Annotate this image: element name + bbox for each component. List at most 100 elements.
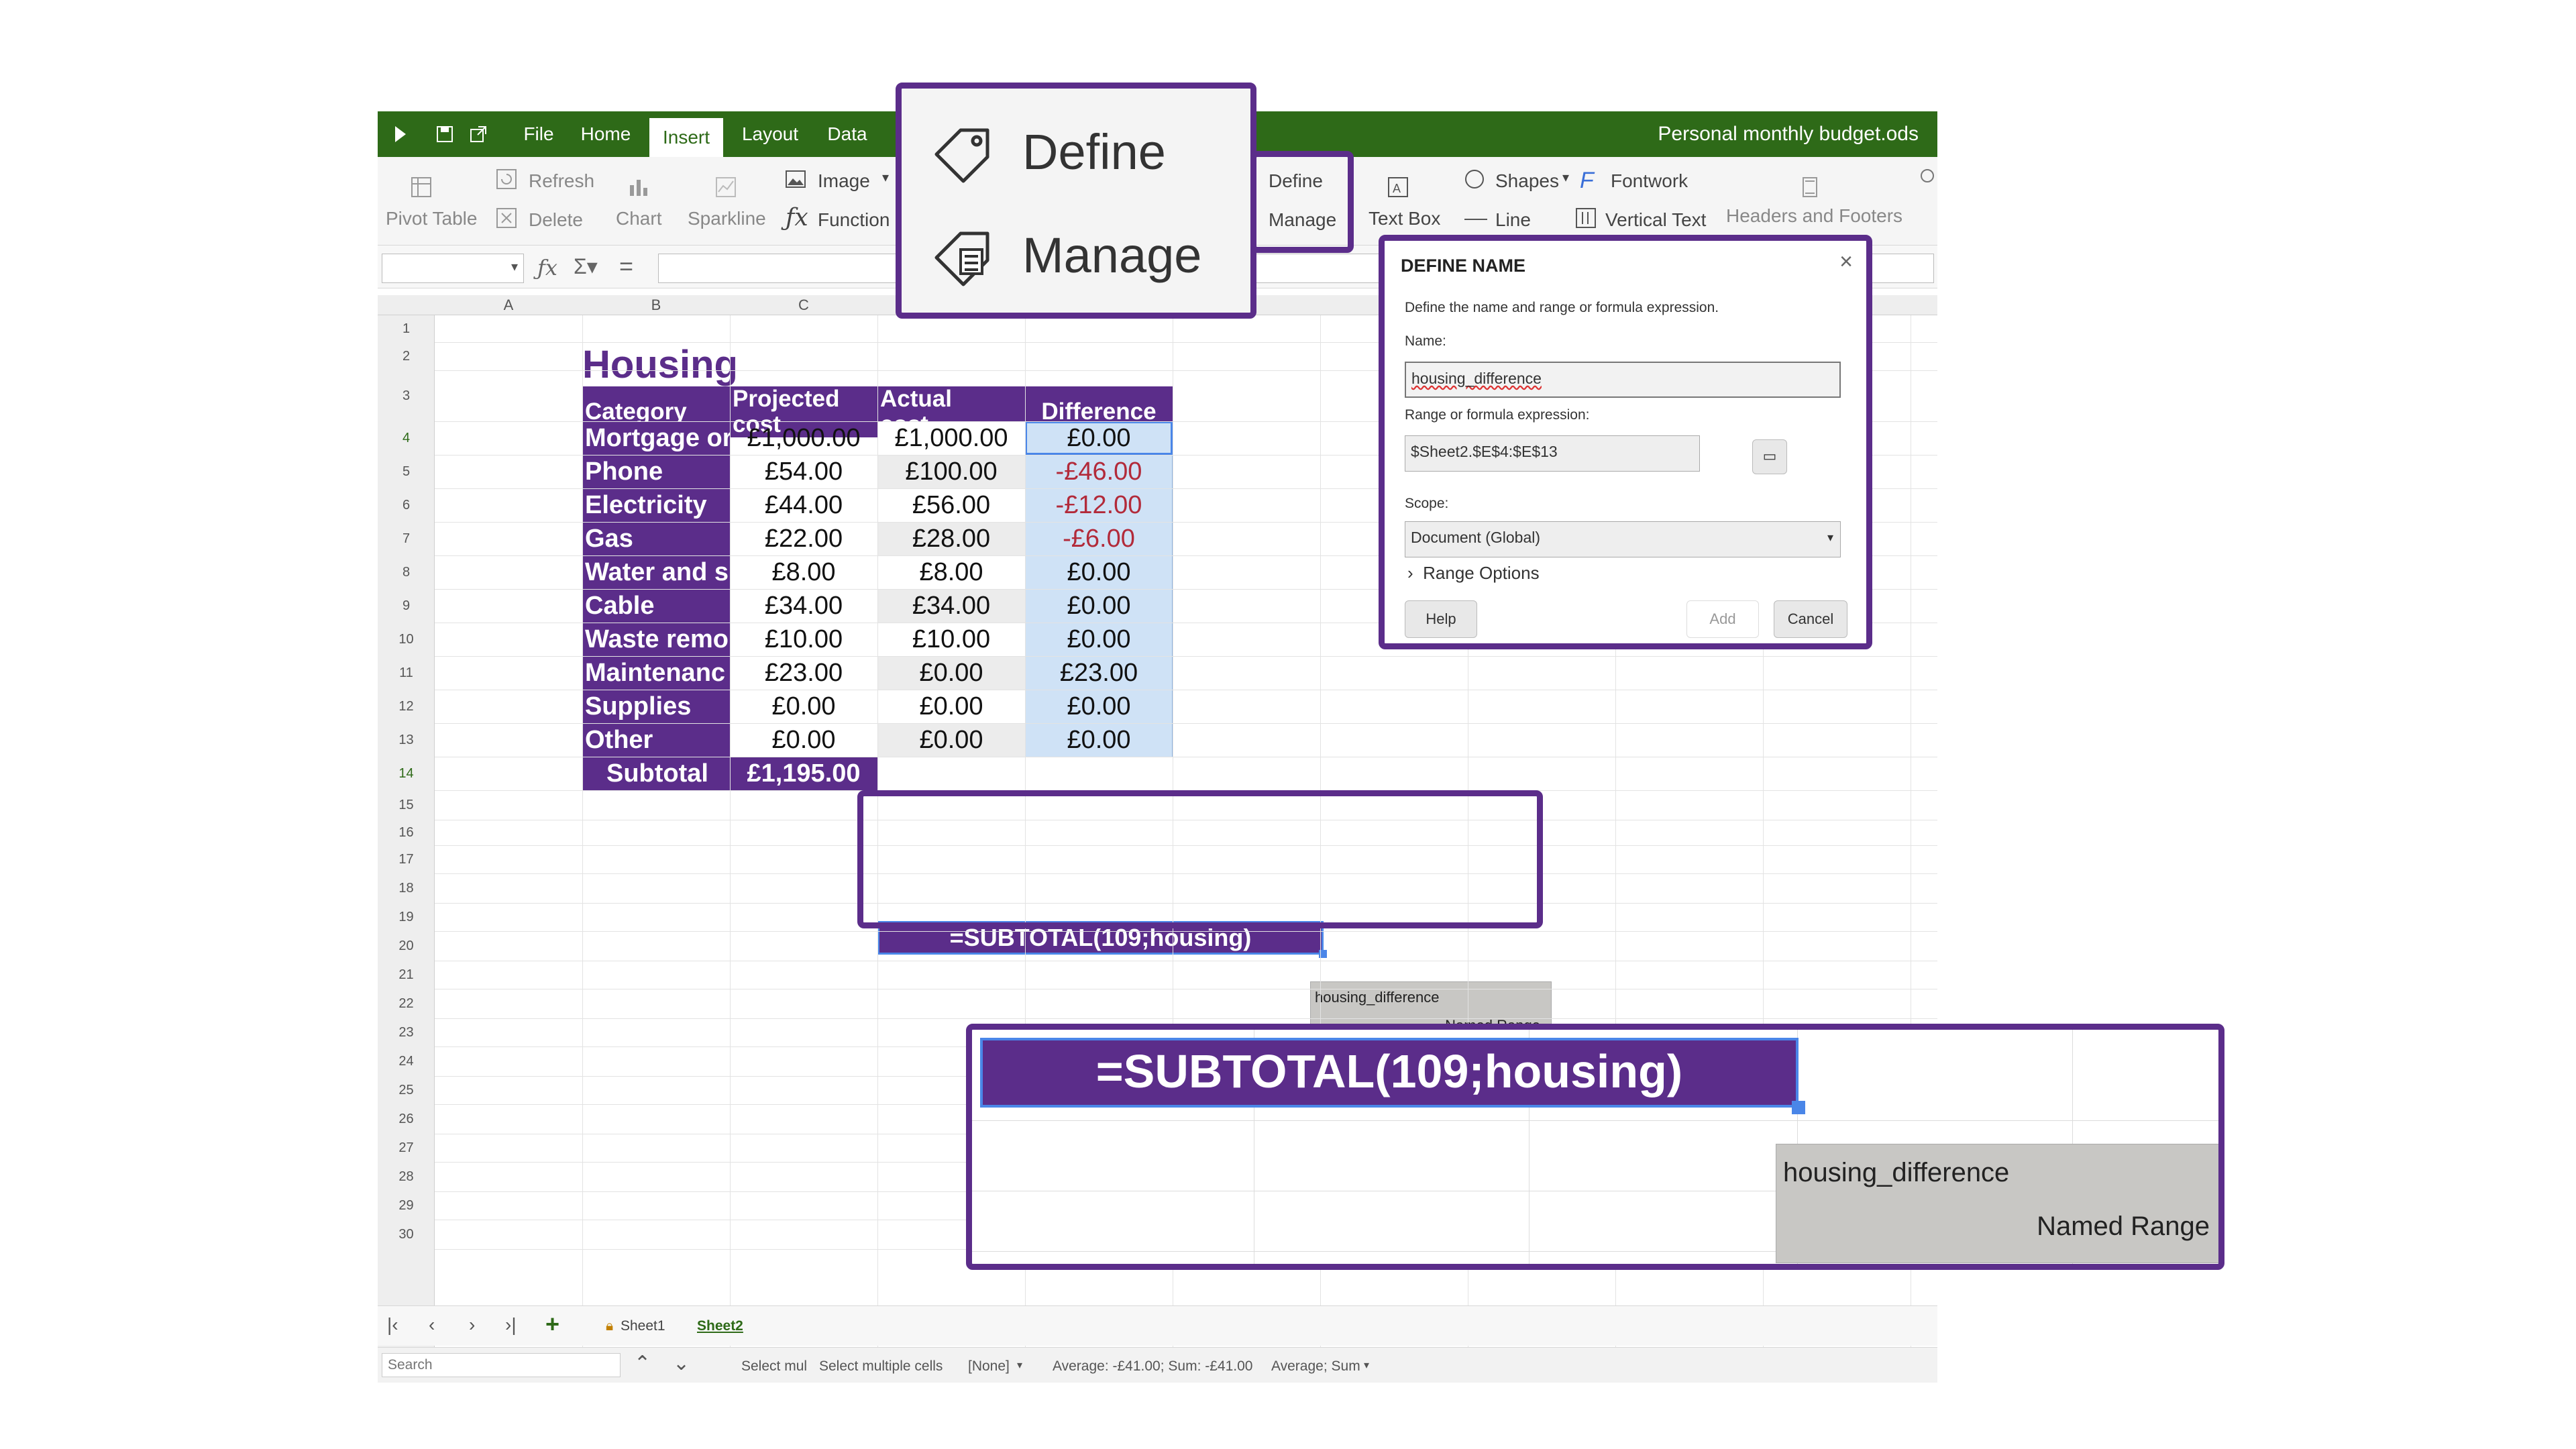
actual-cost-cell[interactable]: £34.00 (877, 589, 1025, 623)
last-sheet-icon[interactable]: ›| (505, 1314, 517, 1336)
name-box[interactable]: ▾ (382, 254, 524, 283)
category-cell[interactable]: Electricity (582, 488, 730, 522)
category-cell[interactable]: Gas (582, 522, 730, 555)
chart-button[interactable]: Chart (616, 208, 661, 229)
actual-cost-cell[interactable]: £0.00 (877, 656, 1025, 690)
actual-cost-cell[interactable]: £10.00 (877, 623, 1025, 656)
category-cell[interactable]: Maintenanc (582, 656, 730, 690)
pivot-table-button[interactable]: Pivot Table (386, 208, 477, 229)
row-header[interactable]: 13 (378, 723, 435, 757)
shapes-button[interactable]: Shapes (1495, 170, 1559, 192)
actual-cost-cell[interactable]: £8.00 (877, 555, 1025, 589)
row-header[interactable]: 16 (378, 820, 435, 845)
close-icon[interactable]: × (1839, 249, 1853, 275)
column-header-a[interactable]: A (435, 295, 582, 315)
projected-cost-cell[interactable]: £54.00 (730, 455, 877, 488)
row-header[interactable]: 12 (378, 690, 435, 723)
row-header[interactable]: 10 (378, 623, 435, 656)
more-icon[interactable] (1915, 166, 1937, 189)
tab-data[interactable]: Data (817, 111, 877, 157)
difference-cell[interactable]: -£46.00 (1025, 455, 1173, 488)
difference-cell[interactable]: £0.00 (1025, 589, 1173, 623)
projected-cost-cell[interactable]: £10.00 (730, 623, 877, 656)
cancel-button[interactable]: Cancel (1774, 600, 1847, 638)
difference-cell[interactable]: £0.00 (1025, 421, 1173, 455)
add-button[interactable]: Add (1686, 600, 1759, 638)
tab-layout[interactable]: Layout (733, 111, 807, 157)
range-options-toggle[interactable]: › Range Options (1407, 563, 1540, 584)
row-header[interactable]: 29 (378, 1191, 435, 1220)
row-header[interactable]: 5 (378, 455, 435, 488)
difference-cell[interactable]: -£12.00 (1025, 488, 1173, 522)
name-box-dropdown-icon[interactable]: ▾ (511, 258, 518, 275)
language-dropdown-icon[interactable]: ▾ (1017, 1358, 1022, 1372)
search-down-icon[interactable]: ⌄ (673, 1352, 690, 1375)
open-external-icon[interactable] (468, 123, 489, 145)
category-cell[interactable]: Waste remo (582, 623, 730, 656)
shapes-dropdown-icon[interactable]: ▾ (1562, 169, 1569, 186)
row-header[interactable]: 11 (378, 656, 435, 690)
actual-cost-cell[interactable]: £1,000.00 (877, 421, 1025, 455)
row-header[interactable]: 18 (378, 873, 435, 903)
row-header[interactable]: 21 (378, 961, 435, 989)
row-header[interactable]: 26 (378, 1104, 435, 1134)
row-header[interactable]: 27 (378, 1134, 435, 1162)
difference-cell[interactable]: £0.00 (1025, 623, 1173, 656)
difference-cell[interactable]: £0.00 (1025, 555, 1173, 589)
sheet-tab-sheet2[interactable]: Sheet2 (697, 1318, 743, 1334)
sparkline-button[interactable]: Sparkline (688, 208, 766, 229)
callout-manage-label[interactable]: Manage (1022, 227, 1201, 284)
row-header[interactable]: 23 (378, 1018, 435, 1046)
subtotal-label[interactable]: Subtotal (582, 757, 730, 790)
difference-cell[interactable]: £0.00 (1025, 690, 1173, 723)
scope-dropdown-icon[interactable]: ▾ (1827, 522, 1833, 553)
search-up-icon[interactable]: ⌃ (634, 1352, 651, 1375)
row-header[interactable]: 17 (378, 845, 435, 873)
refresh-button[interactable]: Refresh (529, 170, 594, 192)
delete-button[interactable]: Delete (529, 209, 583, 231)
next-sheet-icon[interactable]: › (469, 1314, 475, 1336)
sheet-title[interactable]: Housing (582, 343, 851, 386)
category-cell[interactable]: Phone (582, 455, 730, 488)
status-functions[interactable]: Average; Sum (1271, 1358, 1360, 1375)
autosum-icon[interactable]: Σ▾ (574, 254, 598, 279)
help-button[interactable]: Help (1405, 600, 1477, 638)
subtotal-projected[interactable]: £1,195.00 (730, 757, 877, 790)
projected-cost-cell[interactable]: £8.00 (730, 555, 877, 589)
row-header[interactable]: 7 (378, 522, 435, 555)
scope-select[interactable]: Document (Global) ▾ (1405, 521, 1841, 557)
tab-insert[interactable]: Insert (649, 118, 723, 157)
tab-file[interactable]: File (515, 111, 562, 157)
row-header[interactable]: 20 (378, 931, 435, 961)
row-header[interactable]: 15 (378, 790, 435, 820)
projected-cost-cell[interactable]: £0.00 (730, 723, 877, 757)
line-button[interactable]: Line (1495, 209, 1531, 231)
row-header[interactable]: 30 (378, 1220, 435, 1249)
row-header[interactable]: 14 (378, 757, 435, 790)
row-header[interactable]: 28 (378, 1162, 435, 1191)
category-cell[interactable]: Supplies (582, 690, 730, 723)
actual-cost-cell[interactable]: £0.00 (877, 690, 1025, 723)
row-header[interactable]: 25 (378, 1076, 435, 1104)
row-header[interactable]: 24 (378, 1046, 435, 1076)
name-field[interactable]: housing_difference (1405, 362, 1841, 398)
difference-cell[interactable]: -£6.00 (1025, 522, 1173, 555)
column-header-c[interactable]: C (730, 295, 877, 315)
headers-footers-button[interactable]: Headers and Footers (1726, 205, 1902, 227)
row-header[interactable]: 4 (378, 421, 435, 455)
actual-cost-cell[interactable]: £56.00 (877, 488, 1025, 522)
formula-equals-icon[interactable]: = (619, 252, 633, 280)
projected-cost-cell[interactable]: £44.00 (730, 488, 877, 522)
category-cell[interactable]: Other (582, 723, 730, 757)
function-button[interactable]: Function (818, 209, 890, 231)
language-status[interactable]: [None] (968, 1358, 1010, 1375)
image-button[interactable]: Image (818, 170, 870, 192)
actual-cost-cell[interactable]: £0.00 (877, 723, 1025, 757)
difference-cell[interactable]: £23.00 (1025, 656, 1173, 690)
first-sheet-icon[interactable]: |‹ (387, 1314, 398, 1336)
projected-cost-cell[interactable]: £34.00 (730, 589, 877, 623)
function-wizard-icon[interactable]: ƒx (537, 255, 557, 280)
shrink-range-button[interactable]: ▭ (1752, 439, 1787, 474)
selection-mode[interactable]: Select multiple cells (819, 1358, 943, 1375)
row-header[interactable]: 6 (378, 488, 435, 522)
